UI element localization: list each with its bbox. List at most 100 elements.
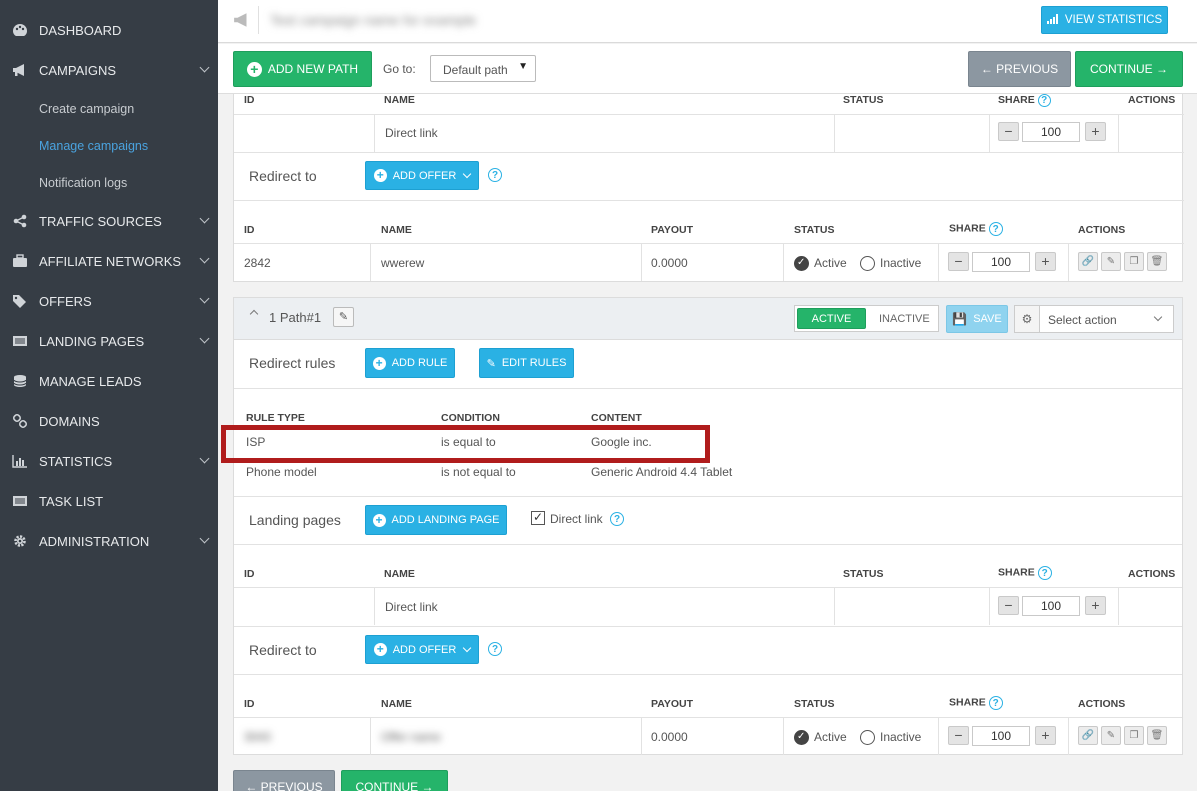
offer-header-actions: ACTIONS bbox=[1078, 224, 1126, 236]
offer-header-payout: PAYOUT bbox=[651, 698, 694, 710]
add-landing-page-button[interactable]: + ADD LANDING PAGE bbox=[365, 505, 507, 535]
offer-header-name: NAME bbox=[381, 698, 412, 710]
nav-task-list[interactable]: TASK LIST bbox=[0, 481, 218, 521]
help-icon[interactable]: ? bbox=[488, 642, 502, 656]
previous-button[interactable]: ← PREVIOUS bbox=[968, 51, 1071, 87]
increment-button[interactable]: + bbox=[1085, 596, 1106, 615]
nav-dashboard[interactable]: DASHBOARD bbox=[0, 10, 218, 50]
increment-button[interactable]: + bbox=[1035, 252, 1056, 271]
megaphone-icon bbox=[11, 61, 29, 79]
help-icon[interactable]: ? bbox=[988, 696, 1003, 710]
decrement-button[interactable]: − bbox=[998, 596, 1019, 615]
link-icon[interactable]: 🔗 bbox=[1078, 726, 1098, 745]
direct-link-checkbox[interactable]: ✓ bbox=[531, 511, 545, 525]
inactive-toggle[interactable]: INACTIVE bbox=[879, 313, 930, 325]
bottom-previous-button[interactable]: ← PREVIOUS bbox=[233, 770, 335, 791]
copy-icon[interactable]: ❐ bbox=[1124, 252, 1144, 271]
sub-create-campaign[interactable]: Create campaign bbox=[39, 102, 134, 116]
share-label: SHARE bbox=[998, 94, 1035, 106]
gears-icon: ⚙ bbox=[1015, 306, 1040, 332]
rule-content: Generic Android 4.4 Tablet bbox=[591, 465, 733, 479]
decrement-button[interactable]: − bbox=[948, 726, 969, 745]
plus-icon: + bbox=[372, 513, 386, 527]
rule-condition: is equal to bbox=[441, 435, 496, 449]
active-toggle[interactable]: ACTIVE bbox=[797, 308, 866, 329]
bottom-continue-button[interactable]: CONTINUE → bbox=[341, 770, 448, 791]
lp-row-name: Direct link bbox=[385, 126, 438, 140]
offer-name[interactable]: wwerew bbox=[381, 256, 424, 270]
offer-name[interactable]: Offer name bbox=[381, 730, 441, 744]
sub-manage-campaigns[interactable]: Manage campaigns bbox=[39, 139, 148, 153]
help-icon[interactable]: ? bbox=[1037, 566, 1052, 580]
lp-header-share: SHARE ? bbox=[998, 94, 1051, 107]
nav-campaigns[interactable]: CAMPAIGNS bbox=[0, 50, 218, 90]
add-new-path-button[interactable]: + ADD NEW PATH bbox=[233, 51, 372, 87]
continue-button[interactable]: CONTINUE → bbox=[1075, 51, 1183, 87]
status-active-radio[interactable] bbox=[794, 730, 809, 745]
redirect-rules-label: Redirect rules bbox=[249, 355, 336, 371]
link-icon[interactable]: 🔗 bbox=[1078, 252, 1098, 271]
rename-edit-icon[interactable]: ✎ bbox=[333, 307, 354, 327]
nav-manage-leads[interactable]: MANAGE LEADS bbox=[0, 361, 218, 401]
status-inactive-label: Inactive bbox=[880, 256, 922, 270]
trash-icon[interactable]: 🗑 bbox=[1147, 252, 1167, 271]
nav-traffic-sources[interactable]: TRAFFIC SOURCES bbox=[0, 201, 218, 241]
sub-notification-logs[interactable]: Notification logs bbox=[39, 176, 127, 190]
chevron-up-icon[interactable] bbox=[249, 309, 259, 319]
status-inactive-radio[interactable] bbox=[860, 256, 875, 271]
chevron-down-icon bbox=[463, 169, 472, 179]
decrement-button[interactable]: − bbox=[998, 122, 1019, 141]
edit-rules-button[interactable]: ✎ EDIT RULES bbox=[479, 348, 574, 378]
chevron-down-icon bbox=[199, 453, 210, 464]
help-icon[interactable]: ? bbox=[488, 168, 502, 182]
status-toggle: ACTIVE INACTIVE bbox=[794, 305, 939, 332]
increment-button[interactable]: + bbox=[1085, 122, 1106, 141]
divider bbox=[374, 587, 375, 625]
divider bbox=[1118, 587, 1119, 625]
add-offer-button[interactable]: + ADD OFFER bbox=[365, 161, 479, 190]
help-icon[interactable]: ? bbox=[610, 512, 624, 526]
nav-offers[interactable]: OFFERS bbox=[0, 281, 218, 321]
status-inactive-label: Inactive bbox=[880, 730, 922, 744]
share-input[interactable]: 100 bbox=[972, 252, 1030, 272]
goto-select[interactable]: Default path ▼ bbox=[430, 55, 536, 82]
rule-header-type: RULE TYPE bbox=[246, 412, 305, 424]
share-input[interactable]: 100 bbox=[1022, 122, 1080, 142]
nav-domains[interactable]: DOMAINS bbox=[0, 401, 218, 441]
rule-header-content: CONTENT bbox=[591, 412, 642, 424]
share-input[interactable]: 100 bbox=[1022, 596, 1080, 616]
save-button[interactable]: 💾 SAVE bbox=[946, 305, 1008, 333]
status-active-radio[interactable] bbox=[794, 256, 809, 271]
pencil-icon: ✎ bbox=[486, 357, 496, 370]
edit-icon[interactable]: ✎ bbox=[1101, 726, 1121, 745]
nav-label: MANAGE LEADS bbox=[39, 373, 142, 389]
nav-administration[interactable]: ADMINISTRATION bbox=[0, 521, 218, 561]
nav-landing-pages[interactable]: LANDING PAGES bbox=[0, 321, 218, 361]
status-active-label: Active bbox=[814, 730, 847, 744]
add-offer-button[interactable]: + ADD OFFER bbox=[365, 635, 479, 664]
add-rule-button[interactable]: + ADD RULE bbox=[365, 348, 455, 378]
copy-icon[interactable]: ❐ bbox=[1124, 726, 1144, 745]
chevron-down-icon bbox=[199, 293, 210, 304]
decrement-button[interactable]: − bbox=[948, 252, 969, 271]
help-icon[interactable]: ? bbox=[1037, 94, 1051, 107]
share-input[interactable]: 100 bbox=[972, 726, 1030, 746]
sidebar: DASHBOARD CAMPAIGNS Create campaign Mana… bbox=[0, 0, 218, 791]
nav-statistics[interactable]: STATISTICS bbox=[0, 441, 218, 481]
chevron-down-icon bbox=[199, 533, 210, 544]
select-action-dropdown[interactable]: ⚙ Select action bbox=[1014, 305, 1174, 333]
offer-payout: 0.0000 bbox=[651, 256, 688, 270]
goto-label: Go to: bbox=[383, 62, 416, 76]
path-toolbar: + ADD NEW PATH Go to: Default path ▼ ← P… bbox=[218, 44, 1197, 94]
trash-icon[interactable]: 🗑 bbox=[1147, 726, 1167, 745]
divider bbox=[989, 114, 990, 152]
plus-icon: + bbox=[373, 169, 387, 182]
edit-icon[interactable]: ✎ bbox=[1101, 252, 1121, 271]
increment-button[interactable]: + bbox=[1035, 726, 1056, 745]
help-icon[interactable]: ? bbox=[988, 222, 1003, 236]
nav-affiliate-networks[interactable]: AFFILIATE NETWORKS bbox=[0, 241, 218, 281]
view-statistics-button[interactable]: VIEW STATISTICS bbox=[1041, 6, 1168, 34]
status-inactive-radio[interactable] bbox=[860, 730, 875, 745]
divider bbox=[234, 114, 1184, 115]
campaign-name: Test campaign name for example bbox=[270, 12, 477, 28]
